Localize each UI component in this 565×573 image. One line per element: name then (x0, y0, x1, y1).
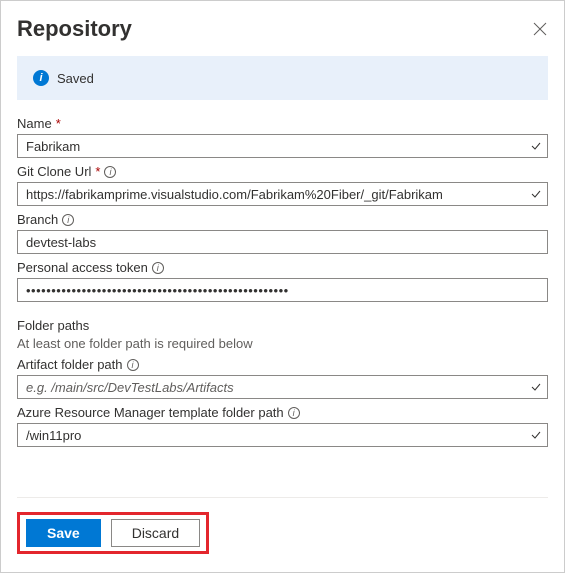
discard-button[interactable]: Discard (111, 519, 200, 547)
help-icon[interactable]: i (62, 214, 74, 226)
git-clone-url-label: Git Clone Url* i (17, 164, 548, 179)
branch-label: Branch i (17, 212, 548, 227)
help-icon[interactable]: i (288, 407, 300, 419)
pat-label: Personal access token i (17, 260, 548, 275)
divider (17, 497, 548, 498)
info-icon: i (33, 70, 49, 86)
help-icon[interactable]: i (104, 166, 116, 178)
name-label: Name* (17, 116, 548, 131)
arm-folder-label: Azure Resource Manager template folder p… (17, 405, 548, 420)
help-icon[interactable]: i (127, 359, 139, 371)
required-indicator: * (95, 164, 100, 179)
status-bar: i Saved (17, 56, 548, 100)
arm-folder-input[interactable] (17, 423, 548, 447)
close-icon (533, 22, 547, 36)
pat-input[interactable] (17, 278, 548, 302)
status-text: Saved (57, 71, 94, 86)
close-button[interactable] (532, 21, 548, 37)
required-indicator: * (56, 116, 61, 131)
name-input[interactable] (17, 134, 548, 158)
folder-paths-section: Folder paths (17, 318, 548, 333)
page-title: Repository (17, 16, 132, 42)
save-button[interactable]: Save (26, 519, 101, 547)
artifact-folder-label: Artifact folder path i (17, 357, 548, 372)
folder-paths-hint: At least one folder path is required bel… (17, 336, 548, 351)
help-icon[interactable]: i (152, 262, 164, 274)
button-highlight-box: Save Discard (17, 512, 209, 554)
branch-input[interactable] (17, 230, 548, 254)
git-clone-url-input[interactable] (17, 182, 548, 206)
artifact-folder-input[interactable] (17, 375, 548, 399)
